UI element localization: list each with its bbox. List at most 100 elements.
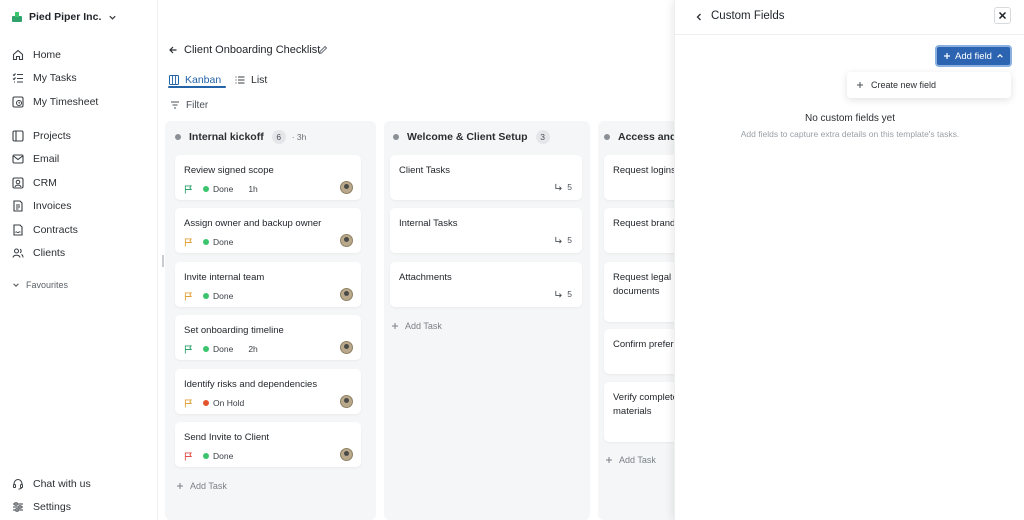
sidebar-item-email[interactable]: Email bbox=[10, 149, 150, 169]
subtask-count: 5 bbox=[554, 235, 572, 245]
page-title: Client Onboarding Checklist bbox=[184, 44, 321, 56]
add-field-label: Add field bbox=[955, 50, 992, 62]
subtask-count: 5 bbox=[554, 289, 572, 299]
task-title: Request logins bbox=[613, 165, 676, 176]
tasks-icon bbox=[12, 73, 23, 83]
status-dot bbox=[203, 239, 209, 245]
task-card[interactable]: Set onboarding timeline Done 2h bbox=[175, 315, 361, 360]
sidebar-item-my-tasks[interactable]: My Tasks bbox=[10, 68, 150, 88]
invoices-icon bbox=[13, 200, 23, 212]
assignee-avatar[interactable] bbox=[340, 341, 353, 354]
task-card[interactable]: Send Invite to Client Done bbox=[175, 422, 361, 467]
task-title: Identify risks and dependencies bbox=[184, 379, 318, 390]
panel-divider bbox=[675, 34, 1024, 35]
assignee-avatar[interactable] bbox=[340, 181, 353, 194]
org-name: Pied Piper Inc. bbox=[29, 11, 102, 23]
add-task-button[interactable]: Add Task bbox=[176, 481, 227, 491]
filter-icon bbox=[171, 101, 179, 109]
active-tab-indicator bbox=[168, 86, 226, 88]
column-status-dot bbox=[175, 134, 181, 140]
sidebar: Pied Piper Inc. Home My Tasks My Timeshe… bbox=[0, 0, 158, 520]
assignee-avatar[interactable] bbox=[340, 395, 353, 408]
assignee-avatar[interactable] bbox=[340, 234, 353, 247]
sidebar-item-invoices[interactable]: Invoices bbox=[10, 196, 150, 216]
sidebar-item-home[interactable]: Home bbox=[10, 45, 150, 65]
status-label: Done bbox=[213, 184, 234, 194]
sidebar-item-crm[interactable]: CRM bbox=[10, 173, 150, 193]
priority-flag-icon bbox=[184, 184, 193, 194]
task-card[interactable]: Identify risks and dependencies On Hold bbox=[175, 369, 361, 414]
chevron-left-icon[interactable] bbox=[695, 12, 703, 22]
column-status-dot bbox=[393, 134, 399, 140]
status-label: Done bbox=[213, 344, 234, 354]
status-label: Done bbox=[213, 291, 234, 301]
column-estimate: · 3h bbox=[291, 132, 307, 142]
chevron-up-icon bbox=[997, 54, 1003, 58]
task-card[interactable]: Assign owner and backup owner Done bbox=[175, 208, 361, 253]
plus-icon bbox=[606, 457, 612, 463]
assignee-avatar[interactable] bbox=[340, 448, 353, 461]
column-header: Access and a bbox=[604, 129, 685, 145]
sidebar-resize-handle[interactable] bbox=[162, 255, 164, 267]
task-title: Client Tasks bbox=[399, 165, 451, 176]
projects-icon bbox=[12, 130, 24, 142]
task-title: Invite internal team bbox=[184, 272, 265, 283]
sidebar-item-contracts[interactable]: Contracts bbox=[10, 220, 150, 240]
add-task-label: Add Task bbox=[190, 481, 227, 491]
assignee-avatar[interactable] bbox=[340, 288, 353, 301]
back-arrow-icon[interactable] bbox=[168, 44, 178, 56]
column-count-badge: 6 bbox=[271, 130, 286, 144]
empty-state-title: No custom fields yet bbox=[804, 113, 896, 124]
priority-flag-icon bbox=[184, 451, 193, 461]
close-panel-button[interactable] bbox=[994, 7, 1011, 24]
add-field-button[interactable]: Add field bbox=[935, 45, 1012, 67]
sidebar-item-settings[interactable]: Settings bbox=[10, 497, 150, 517]
status-dot bbox=[203, 346, 209, 352]
status-dot bbox=[203, 293, 209, 299]
clients-icon bbox=[12, 248, 24, 258]
edit-pencil-icon[interactable] bbox=[318, 45, 328, 55]
task-title: Attachments bbox=[399, 272, 452, 283]
task-title: Confirm prefere bbox=[613, 339, 679, 350]
empty-state-subtitle: Add fields to capture extra details on t… bbox=[740, 129, 960, 139]
tab-list[interactable]: List bbox=[235, 72, 267, 88]
plus-icon bbox=[177, 483, 183, 489]
sidebar-item-chat[interactable]: Chat with us bbox=[10, 474, 150, 494]
task-card[interactable]: Invite internal team Done bbox=[175, 262, 361, 307]
add-task-button[interactable]: Add Task bbox=[605, 455, 656, 465]
chevron-down-icon bbox=[13, 283, 19, 287]
task-title: Assign owner and backup owner bbox=[184, 218, 322, 229]
timesheet-icon bbox=[12, 96, 24, 108]
plus-icon bbox=[392, 323, 398, 329]
sidebar-item-my-timesheet[interactable]: My Timesheet bbox=[10, 92, 150, 112]
kanban-column-welcome-client-setup: Welcome & Client Setup 3 Client Tasks 5 … bbox=[384, 121, 590, 520]
favourites-toggle[interactable]: Favourites bbox=[12, 280, 68, 290]
task-card[interactable]: Review signed scope Done 1h bbox=[175, 155, 361, 200]
tab-kanban-label: Kanban bbox=[185, 74, 222, 86]
status-dot bbox=[203, 453, 209, 459]
task-title: Request brand bbox=[613, 218, 676, 229]
subtask-icon bbox=[555, 236, 563, 244]
favourites-label: Favourites bbox=[26, 280, 69, 290]
task-card[interactable]: Attachments 5 bbox=[390, 262, 582, 307]
settings-sliders-icon bbox=[13, 502, 23, 512]
home-icon bbox=[12, 49, 24, 61]
task-card[interactable]: Client Tasks 5 bbox=[390, 155, 582, 200]
sidebar-item-projects[interactable]: Projects bbox=[10, 126, 150, 146]
org-switcher[interactable]: Pied Piper Inc. bbox=[12, 9, 117, 25]
priority-flag-icon bbox=[184, 398, 193, 408]
list-icon bbox=[235, 76, 245, 84]
sidebar-item-clients[interactable]: Clients bbox=[10, 243, 150, 263]
subtask-count: 5 bbox=[554, 182, 572, 192]
column-header: Internal kickoff 6 · 3h bbox=[175, 129, 306, 145]
filter-button[interactable]: Filter bbox=[170, 97, 208, 113]
task-card[interactable]: Internal Tasks 5 bbox=[390, 208, 582, 253]
status-dot bbox=[203, 400, 209, 406]
close-icon bbox=[998, 11, 1007, 20]
add-task-label: Add Task bbox=[405, 321, 442, 331]
plus-icon bbox=[944, 53, 950, 59]
crm-icon bbox=[12, 177, 24, 189]
email-icon bbox=[12, 154, 24, 164]
add-task-button[interactable]: Add Task bbox=[391, 321, 442, 331]
menu-item-create-new-field[interactable]: Create new field bbox=[871, 80, 936, 90]
